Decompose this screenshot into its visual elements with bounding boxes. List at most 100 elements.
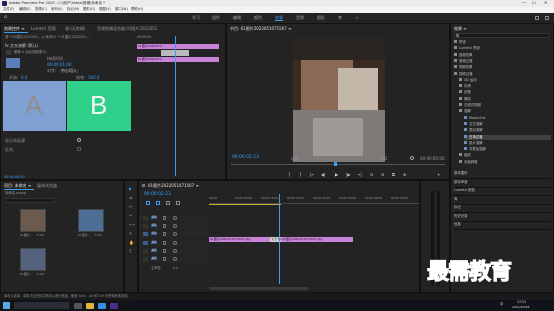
- mini-clip-b[interactable]: 01图片2022051...: [137, 57, 219, 62]
- slip-tool-icon[interactable]: ⟷: [129, 223, 135, 227]
- menu-view[interactable]: 视图(V): [99, 7, 111, 11]
- effects-folder[interactable]: 缩放: [459, 153, 551, 158]
- tab-lumetri-scopes[interactable]: Lumetri 范围: [31, 27, 56, 31]
- mark-out-button[interactable]: }: [299, 173, 302, 177]
- razor-tool-icon[interactable]: ✂: [129, 214, 132, 218]
- track-header[interactable]: A1: [139, 240, 209, 247]
- tab-effect-controls[interactable]: 效果控件 ≡: [4, 27, 25, 31]
- workspace-effects[interactable]: 效果: [275, 16, 283, 21]
- lock-icon[interactable]: [163, 257, 166, 261]
- timeline-settings-icon[interactable]: [176, 201, 180, 205]
- snap-icon[interactable]: [146, 201, 150, 205]
- end-value[interactable]: 100.0: [88, 76, 99, 80]
- effects-folder[interactable]: 视频效果: [454, 65, 551, 70]
- timeline-playhead[interactable]: [279, 194, 280, 284]
- track-target-toggle[interactable]: [143, 241, 148, 245]
- task-view-icon[interactable]: [74, 303, 82, 309]
- mute-icon[interactable]: [173, 249, 177, 253]
- reverse-checkbox[interactable]: [77, 147, 81, 151]
- clock-date[interactable]: 2021/10/28: [512, 306, 529, 309]
- track-header[interactable]: A2: [139, 248, 209, 255]
- align-dropdown[interactable]: 中心切入: [59, 69, 79, 73]
- menu-marker[interactable]: 标记(M): [67, 7, 79, 11]
- clock-time[interactable]: 17:21: [517, 300, 526, 304]
- pen-tool-icon[interactable]: ✎: [129, 232, 132, 236]
- project-search-box[interactable]: [5, 198, 55, 203]
- menu-graphics[interactable]: 图形(G): [83, 7, 95, 11]
- timeline-clip-2[interactable]: 01图片2022051071567.jpg: [281, 237, 353, 242]
- ripple-edit-tool-icon[interactable]: ↔: [129, 205, 132, 209]
- duration-value[interactable]: 00:00:01:00: [47, 63, 71, 67]
- effects-folder[interactable]: 内滑: [459, 84, 551, 89]
- file-explorer-icon[interactable]: [86, 303, 94, 309]
- sequence-tab[interactable]: 01图片2022051071567 ≡: [148, 184, 199, 188]
- workspace-graphics[interactable]: 图形: [317, 16, 325, 20]
- mark-in-button[interactable]: {: [288, 173, 291, 177]
- effects-folder[interactable]: 音频效果: [454, 52, 551, 58]
- menu-help[interactable]: 帮助(H): [131, 7, 143, 11]
- type-tool-icon[interactable]: T: [129, 250, 131, 254]
- play-transition-button[interactable]: [6, 50, 11, 55]
- collapsed-panel-header[interactable]: 基本图形: [454, 171, 551, 179]
- mini-clip-a[interactable]: 01图片2022051...: [137, 44, 219, 49]
- premiere-taskbar-icon[interactable]: [110, 303, 118, 309]
- effects-folder[interactable]: 3D 运动: [459, 77, 551, 83]
- resolution-dropdown[interactable]: 1/2: [381, 157, 387, 161]
- track-label[interactable]: V2: [151, 223, 158, 228]
- effects-folder[interactable]: 页面剥落: [459, 159, 551, 165]
- track-select-tool-icon[interactable]: ⇉: [129, 196, 132, 200]
- track-label[interactable]: V3: [151, 215, 158, 220]
- expand-icon[interactable]: [545, 16, 549, 20]
- track-label[interactable]: A3: [151, 256, 158, 261]
- mute-icon[interactable]: [173, 257, 177, 261]
- lock-icon[interactable]: [163, 241, 166, 245]
- menu-sequence[interactable]: 序列(S): [51, 7, 63, 11]
- workspace-editing[interactable]: 编辑: [233, 16, 241, 20]
- track-header[interactable]: V1: [139, 231, 209, 238]
- effect-item[interactable]: MorphCut: [464, 115, 551, 121]
- step-back-button[interactable]: ◀|: [321, 173, 325, 177]
- close-sequence-icon[interactable]: [142, 184, 145, 187]
- effect-item[interactable]: 交叉溶解: [464, 121, 551, 127]
- workspace-learn[interactable]: 学习: [192, 16, 200, 20]
- extract-button[interactable]: ⊟: [381, 173, 384, 177]
- mute-icon[interactable]: [173, 241, 177, 245]
- track-target-toggle[interactable]: [143, 224, 148, 228]
- track-label[interactable]: A2: [151, 248, 158, 253]
- menu-file[interactable]: 文件(F): [3, 7, 14, 11]
- lock-icon[interactable]: [163, 232, 166, 236]
- collapsed-panel-header[interactable]: 库: [454, 197, 551, 205]
- hand-tool-icon[interactable]: ✋: [129, 241, 134, 245]
- windows-start-icon[interactable]: [3, 302, 10, 309]
- settings-icon[interactable]: [410, 156, 414, 160]
- go-to-in-button[interactable]: |←: [310, 173, 315, 177]
- play-button[interactable]: ▶: [335, 173, 338, 177]
- effects-folder[interactable]: Lumetri 预设: [454, 46, 551, 51]
- eye-icon[interactable]: [173, 232, 177, 236]
- collapsed-panel-header[interactable]: 标记: [454, 205, 551, 213]
- browser-icon[interactable]: [98, 303, 106, 309]
- effect-item[interactable]: 白场过渡: [464, 134, 551, 140]
- tab-media-browser[interactable]: 媒体浏览器: [37, 184, 57, 188]
- timeline-scrollbar[interactable]: [209, 287, 309, 290]
- track-header[interactable]: A3: [139, 256, 209, 263]
- eye-icon[interactable]: [173, 224, 177, 228]
- track-target-toggle[interactable]: [143, 232, 148, 236]
- effects-folder[interactable]: 划像: [459, 90, 551, 95]
- taskbar-search-box[interactable]: [14, 302, 69, 309]
- master-volume-value[interactable]: 0.0: [173, 266, 178, 270]
- button-editor-icon[interactable]: +: [437, 173, 440, 177]
- tab-source[interactable]: 源:(无剪辑): [65, 27, 85, 31]
- tab-project[interactable]: 项目: 未命名 ≡: [4, 184, 31, 188]
- go-to-out-button[interactable]: →|: [357, 173, 362, 177]
- home-icon[interactable]: ⌂: [4, 15, 7, 20]
- timeline-ruler[interactable]: 00:00 00:00:05:00 00:00:10:00 00:00:15:00 00…: [209, 194, 419, 204]
- project-item[interactable]: 01图片... 5:00: [20, 248, 46, 278]
- timeline-timecode[interactable]: 00:00:02:23: [144, 192, 171, 197]
- workspace-assembly[interactable]: 组件: [212, 16, 220, 20]
- workspace-audio[interactable]: 音频: [296, 16, 304, 20]
- collapsed-panel-header[interactable]: 历史记录: [454, 214, 551, 222]
- share-icon[interactable]: [535, 16, 539, 20]
- program-timecode[interactable]: 00:00:02:23: [232, 155, 259, 160]
- workspace-libraries[interactable]: 库: [338, 16, 342, 20]
